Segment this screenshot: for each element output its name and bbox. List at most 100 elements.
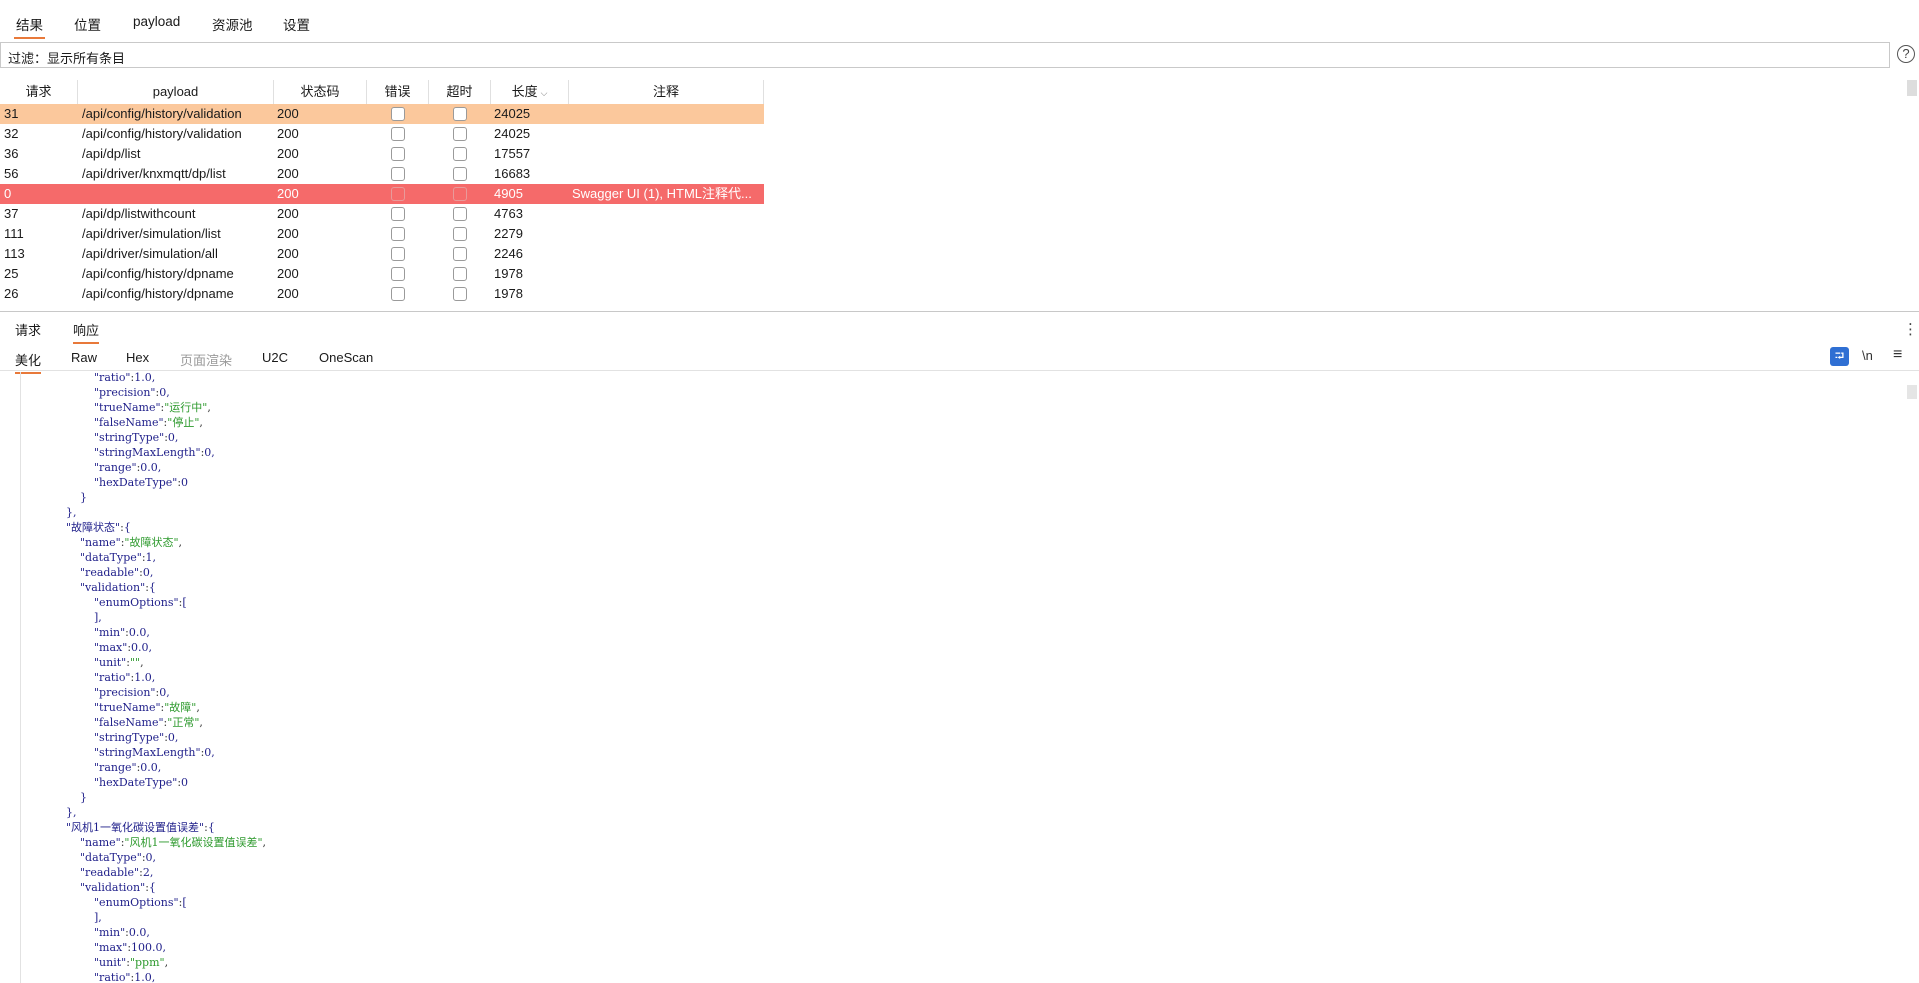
cell-length: 1978: [494, 286, 523, 301]
code-line: "min":0.0,: [94, 626, 150, 639]
timeout-checkbox[interactable]: [453, 247, 467, 261]
timeout-checkbox[interactable]: [453, 107, 467, 121]
cell-status: 200: [277, 126, 299, 141]
table-row[interactable]: 31/api/config/history/validation 200 24025: [0, 104, 764, 124]
error-checkbox[interactable]: [391, 167, 405, 181]
cell-comment: [572, 124, 760, 144]
tab-raw[interactable]: Raw: [71, 350, 97, 365]
help-icon[interactable]: ?: [1897, 45, 1915, 63]
col-payload[interactable]: payload: [78, 80, 274, 104]
editor-scrollbar[interactable]: [1907, 385, 1917, 399]
table-row[interactable]: 56/api/driver/knxmqtt/dp/list 200 16683: [0, 164, 764, 184]
code-line: "trueName":"运行中",: [94, 401, 211, 414]
tab-render[interactable]: 页面渲染: [180, 350, 232, 369]
tab-settings[interactable]: 设置: [281, 14, 312, 34]
error-checkbox[interactable]: [391, 127, 405, 141]
code-line: "hexDateType":0: [94, 776, 189, 789]
code-line: "name":"故障状态",: [80, 536, 183, 549]
table-row[interactable]: 25/api/config/history/dpname 200 1978: [0, 264, 764, 284]
table-row[interactable]: 36/api/dp/list 200 17557: [0, 144, 764, 164]
tab-resource-pool[interactable]: 资源池: [210, 14, 255, 34]
table-row[interactable]: 0 200 4905 Swagger UI (1), HTML注释代...: [0, 184, 764, 204]
wrap-icon[interactable]: ⮒: [1830, 347, 1849, 366]
error-checkbox[interactable]: [391, 287, 405, 301]
view-tabs: 美化 Raw Hex 页面渲染 U2C OneScan: [0, 342, 1919, 374]
cell-comment: [572, 164, 760, 184]
error-checkbox[interactable]: [391, 267, 405, 281]
col-error[interactable]: 错误: [367, 80, 429, 104]
table-scrollbar[interactable]: [1907, 80, 1917, 96]
timeout-checkbox[interactable]: [453, 207, 467, 221]
cell-payload: /api/config/history/dpname: [82, 286, 234, 301]
code-line: "unit":"",: [94, 656, 144, 669]
hamburger-icon[interactable]: ≡: [1893, 346, 1902, 364]
tab-response[interactable]: 响应: [73, 320, 100, 344]
tab-payload[interactable]: payload: [131, 14, 182, 29]
error-checkbox[interactable]: [391, 147, 405, 161]
pane-divider[interactable]: [0, 311, 1919, 312]
more-options-icon[interactable]: ⋮: [1903, 320, 1918, 338]
cell-status: 200: [277, 186, 299, 201]
cell-status: 200: [277, 106, 299, 121]
timeout-checkbox[interactable]: [453, 167, 467, 181]
cell-payload: /api/driver/simulation/list: [82, 226, 221, 241]
table-row[interactable]: 32/api/config/history/validation 200 24025: [0, 124, 764, 144]
code-line: "stringMaxLength":0,: [94, 746, 215, 759]
tab-onescan[interactable]: OneScan: [319, 350, 373, 365]
code-line: "stringType":0,: [94, 431, 179, 444]
response-body[interactable]: "ratio":1.0, "precision":0, "trueName":"运行…: [0, 372, 1900, 983]
code-line: },: [66, 506, 77, 519]
cell-length: 4763: [494, 206, 523, 221]
code-line: "max":0.0,: [94, 641, 153, 654]
tab-pretty[interactable]: 美化: [15, 350, 42, 374]
cell-comment: [572, 104, 760, 124]
code-line: "ratio":1.0,: [94, 971, 156, 983]
error-checkbox[interactable]: [391, 227, 405, 241]
timeout-checkbox[interactable]: [453, 147, 467, 161]
code-line: "precision":0,: [94, 686, 170, 699]
tab-request[interactable]: 请求: [15, 320, 41, 339]
cell-status: 200: [277, 286, 299, 301]
timeout-checkbox[interactable]: [453, 267, 467, 281]
tab-results[interactable]: 结果: [14, 14, 45, 39]
error-checkbox[interactable]: [391, 107, 405, 121]
cell-comment: [572, 264, 760, 284]
table-row[interactable]: 113/api/driver/simulation/all 200 2246: [0, 244, 764, 264]
table-row[interactable]: 111/api/driver/simulation/list 200 2279: [0, 224, 764, 244]
newline-toggle[interactable]: \n: [1862, 348, 1873, 363]
col-status[interactable]: 状态码: [274, 80, 367, 104]
code-line: "readable":0,: [80, 566, 154, 579]
col-comment[interactable]: 注释: [569, 80, 764, 104]
table-row[interactable]: 26/api/config/history/dpname 200 1978: [0, 284, 764, 304]
code-line: "ratio":1.0,: [94, 372, 156, 384]
filter-bar[interactable]: 过滤：显示所有条目: [0, 42, 1890, 68]
tab-u2c[interactable]: U2C: [262, 350, 288, 365]
col-length-label: 长度: [511, 84, 538, 99]
col-request[interactable]: 请求: [0, 80, 78, 104]
cell-payload: /api/config/history/dpname: [82, 266, 234, 281]
sort-desc-icon: ⌵: [540, 88, 548, 98]
code-line: ],: [94, 911, 102, 924]
table-row[interactable]: 37/api/dp/listwithcount 200 4763: [0, 204, 764, 224]
code-line: "range":0.0,: [94, 461, 162, 474]
req-resp-tabs: 请求 响应: [0, 316, 1919, 344]
col-length[interactable]: 长度 ⌵: [491, 80, 569, 104]
timeout-checkbox[interactable]: [453, 227, 467, 241]
col-timeout[interactable]: 超时: [429, 80, 491, 104]
cell-request: 111: [4, 226, 24, 241]
tab-positions[interactable]: 位置: [72, 14, 103, 34]
timeout-checkbox[interactable]: [453, 127, 467, 141]
code-line: "name":"风机1一氧化碳设置值误差",: [80, 836, 267, 849]
cell-status: 200: [277, 266, 299, 281]
code-line: "falseName":"停止",: [94, 416, 203, 429]
code-line: ],: [94, 611, 102, 624]
cell-request: 31: [4, 106, 19, 121]
code-line: "min":0.0,: [94, 926, 150, 939]
timeout-checkbox[interactable]: [453, 187, 467, 201]
tab-hex[interactable]: Hex: [126, 350, 149, 365]
timeout-checkbox[interactable]: [453, 287, 467, 301]
error-checkbox[interactable]: [391, 207, 405, 221]
cell-status: 200: [277, 246, 299, 261]
error-checkbox[interactable]: [391, 247, 405, 261]
error-checkbox[interactable]: [391, 187, 405, 201]
